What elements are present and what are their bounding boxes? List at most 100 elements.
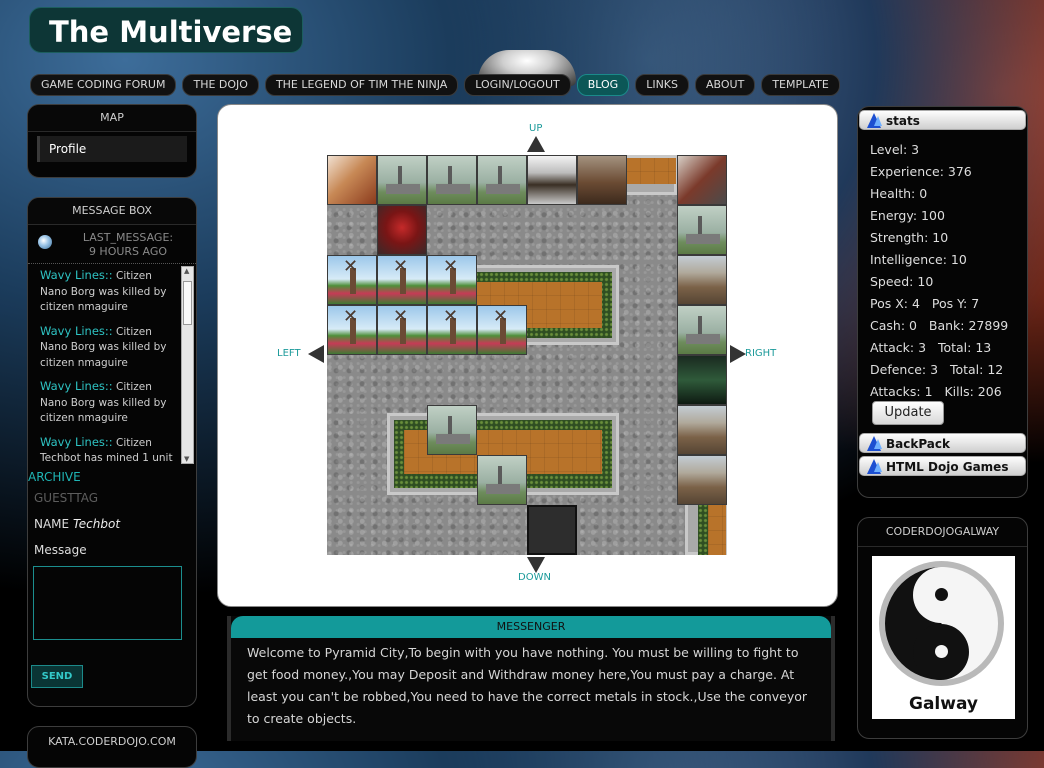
message-list[interactable]: Wavy Lines:: Citizen Nano Borg was kille… [28,264,196,464]
nav-the-legend-of-tim-the-ninja[interactable]: THE LEGEND OF TIM THE NINJA [264,74,459,96]
tile-factory[interactable] [677,205,727,255]
tile-junk[interactable] [677,155,727,205]
message-item: Wavy Lines:: Citizen Nano Borg was kille… [40,324,182,372]
message-item: Wavy Lines:: Citizen Techbot has mined 1… [40,435,182,465]
last-message-time: 9 HOURS AGO [88,245,168,258]
last-message-label: LAST_MESSAGE: [82,231,174,244]
up-label[interactable]: UP [529,123,542,134]
message-sender[interactable]: Wavy Lines:: [40,268,113,282]
scrollbar-thumb[interactable] [183,281,192,325]
stat-line: Speed: 10 [870,274,934,289]
coderdojo-logo[interactable]: Galway [872,556,1015,719]
nav-game-coding-forum[interactable]: GAME CODING FORUM [30,74,177,96]
message-sender[interactable]: Wavy Lines:: [40,324,113,338]
tile-windmill[interactable] [427,305,477,355]
stat-line: Pos X: 4 Pos Y: 7 [870,296,980,311]
tile-windmill[interactable] [377,255,427,305]
message-list-scrollbar[interactable]: ▲ ▼ [181,266,194,464]
stat-line: Health: 0 [870,186,928,201]
nav-about[interactable]: ABOUT [695,74,756,96]
backpack-title: BackPack [886,437,951,451]
update-button[interactable]: Update [872,401,944,425]
down-label[interactable]: DOWN [518,572,551,583]
message-textarea[interactable] [33,566,182,640]
scroll-up-icon[interactable]: ▲ [184,267,189,275]
globe-icon [38,235,52,249]
tile-factory[interactable] [427,405,477,455]
site-title: The Multiverse [29,7,303,53]
tile-factory[interactable] [677,305,727,355]
kata-panel[interactable]: KATA.CODERDOJO.COM [27,726,197,768]
tile-windmill[interactable] [427,255,477,305]
message-sender[interactable]: Wavy Lines:: [40,379,113,393]
messenger-panel: MESSENGER Welcome to Pyramid City,To beg… [227,616,835,741]
nav-links[interactable]: LINKS [635,74,689,96]
stats-title: stats [886,114,920,128]
guesttag-label: GUESTTAG [34,491,99,505]
plot-right-edge [685,500,727,555]
tile-factory[interactable] [427,155,477,205]
logo-text: Galway [909,694,978,714]
tile-quarry[interactable] [677,455,727,505]
stats-icon [867,113,882,128]
tile-factory[interactable] [477,155,527,205]
coderdojo-panel: CODERDOJOGALWAY Galway [857,517,1028,739]
scroll-down-icon[interactable]: ▼ [184,455,189,463]
send-button[interactable]: SEND [31,665,83,688]
stat-line: Defence: 3 Total: 12 [870,362,1004,377]
tile-quarry[interactable] [677,405,727,455]
dojo-games-title: HTML Dojo Games [886,460,1009,474]
right-arrow-icon[interactable] [730,345,746,363]
backpack-icon [867,436,882,451]
down-arrow-icon[interactable] [527,557,545,573]
plot-top-strip [623,155,677,195]
backpack-header[interactable]: BackPack [859,433,1026,453]
dojo-games-header[interactable]: HTML Dojo Games [859,456,1026,476]
name-label: NAME [34,517,70,531]
tile-windmill[interactable] [327,305,377,355]
tile-spider[interactable] [377,205,427,255]
nav-blog[interactable]: BLOG [576,74,630,96]
tile-door[interactable] [527,505,577,555]
nav-template[interactable]: TEMPLATE [761,74,840,96]
stat-line: Level: 3 [870,142,920,157]
up-arrow-icon[interactable] [527,136,545,152]
main-nav: GAME CODING FORUM THE DOJO THE LEGEND OF T… [30,74,840,96]
right-label[interactable]: RIGHT [745,348,776,359]
message-sender[interactable]: Wavy Lines:: [40,435,113,449]
message-box-title: MESSAGE BOX [28,198,196,225]
stat-line: Strength: 10 [870,230,949,245]
tile-chef[interactable] [327,155,377,205]
archive-link[interactable]: ARCHIVE [28,470,81,484]
tile-quarry[interactable] [677,255,727,305]
tile-windmill[interactable] [477,305,527,355]
tile-factory[interactable] [477,455,527,505]
nav-the-dojo[interactable]: THE DOJO [182,74,259,96]
game-board[interactable] [327,155,727,555]
tile-windmill[interactable] [377,305,427,355]
profile-link[interactable]: Profile [37,136,187,162]
nav-login-logout[interactable]: LOGIN/LOGOUT [464,74,571,96]
tile-factory[interactable] [377,155,427,205]
name-row: NAME Techbot [34,517,120,531]
stat-line: Attacks: 1 Kills: 206 [870,384,1002,399]
message-item: Wavy Lines:: Citizen Nano Borg was kille… [40,268,182,316]
stats-header[interactable]: stats [859,110,1026,130]
last-message-info: LAST_MESSAGE: 9 HOURS AGO [28,225,196,264]
left-arrow-icon[interactable] [308,345,324,363]
tile-windmill[interactable] [327,255,377,305]
stat-line: Attack: 3 Total: 13 [870,340,992,355]
left-label[interactable]: LEFT [277,348,301,359]
messenger-title: MESSENGER [231,616,831,638]
name-value: Techbot [72,517,121,531]
tile-shop[interactable] [527,155,577,205]
stats-panel: stats Level: 3 Experience: 376 Health: 0 En… [857,106,1028,498]
yin-yang-icon [879,561,1004,686]
dojo-games-icon [867,459,882,474]
tile-industry[interactable] [577,155,627,205]
coderdojo-title: CODERDOJOGALWAY [858,518,1027,547]
stat-line: Experience: 376 [870,164,972,179]
stat-line: Intelligence: 10 [870,252,967,267]
tile-trees[interactable] [677,355,727,405]
stat-line: Energy: 100 [870,208,945,223]
